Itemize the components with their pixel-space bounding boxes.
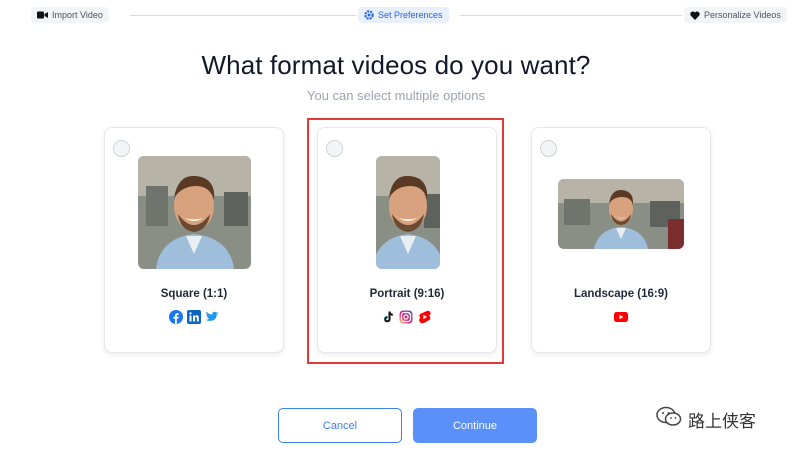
watermark-text: 路上侠客 xyxy=(688,412,756,432)
step-import-video[interactable]: Import Video xyxy=(31,7,109,23)
landscape-preview-image xyxy=(558,179,684,249)
platform-icons xyxy=(532,310,710,328)
step-personalize-videos[interactable]: Personalize Videos xyxy=(684,7,787,23)
format-card-landscape[interactable]: Landscape (16:9) xyxy=(531,127,711,353)
facebook-icon xyxy=(169,310,183,329)
step-label: Personalize Videos xyxy=(704,10,781,20)
heart-icon xyxy=(690,11,700,20)
linkedin-icon xyxy=(187,310,201,329)
instagram-icon xyxy=(399,310,413,329)
progress-stepper: Import Video Set Preferences Personalize… xyxy=(0,6,792,24)
wechat-icon xyxy=(656,406,682,433)
format-card-portrait[interactable]: Portrait (9:16) xyxy=(317,127,497,353)
continue-button[interactable]: Continue xyxy=(413,408,537,443)
step-set-preferences[interactable]: Set Preferences xyxy=(358,7,449,23)
tiktok-icon xyxy=(381,310,395,329)
step-label: Set Preferences xyxy=(378,10,443,20)
step-label: Import Video xyxy=(52,10,103,20)
platform-icons xyxy=(105,310,283,329)
video-camera-icon xyxy=(37,11,48,19)
cancel-button[interactable]: Cancel xyxy=(278,408,402,443)
platform-icons xyxy=(318,310,496,329)
portrait-preview-image xyxy=(376,156,440,269)
format-card-square[interactable]: Square (1:1) xyxy=(104,127,284,353)
twitter-icon xyxy=(205,310,219,329)
select-radio[interactable] xyxy=(326,140,343,157)
select-radio[interactable] xyxy=(113,140,130,157)
youtube-shorts-icon xyxy=(417,310,433,329)
stepper-connector xyxy=(460,15,682,16)
watermark: 路上侠客 xyxy=(656,406,756,433)
format-label: Portrait (9:16) xyxy=(369,288,445,300)
format-label: Landscape (16:9) xyxy=(574,288,668,300)
format-label: Square (1:1) xyxy=(160,288,228,300)
gear-icon xyxy=(364,10,374,20)
youtube-icon xyxy=(614,310,628,328)
stepper-connector xyxy=(130,15,356,16)
page-title: What format videos do you want? xyxy=(201,50,591,80)
page-subtitle: You can select multiple options xyxy=(306,88,486,103)
select-radio[interactable] xyxy=(540,140,557,157)
square-preview-image xyxy=(138,156,251,269)
